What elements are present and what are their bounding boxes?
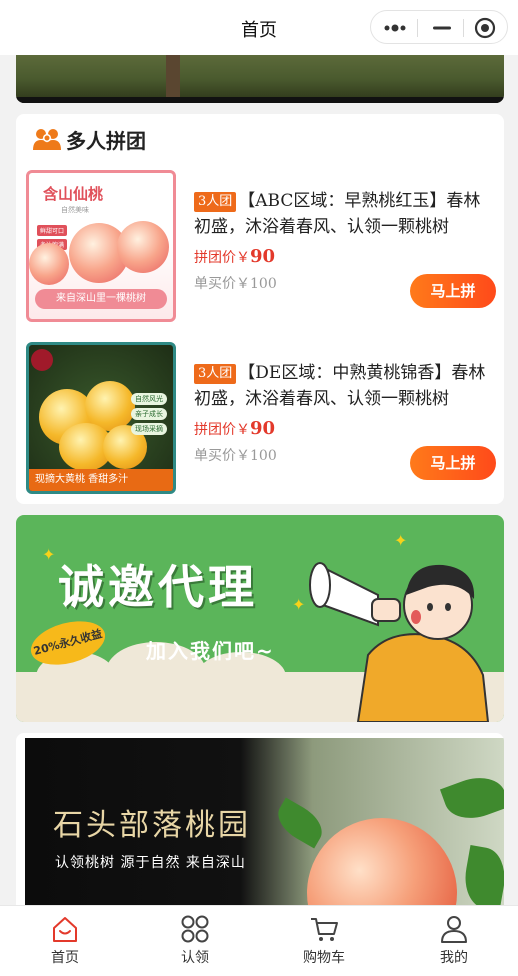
group-price: 拼团价￥90 [194,417,496,441]
image-banner: 现摘大黄桃 香甜多汁 [29,469,173,491]
minimize-icon[interactable] [431,20,453,36]
image-shadow [16,97,504,103]
tab-claim[interactable]: 认领 [145,914,245,967]
group-people-icon [33,129,61,150]
tab-label: 认领 [181,950,209,966]
join-group-button[interactable]: 马上拼 [410,274,496,308]
group-buy-title: 多人拼团 [66,128,146,153]
group-buy-header: 多人拼团 [32,124,146,154]
capsule-divider [463,19,464,37]
orchard-title: 石头部落桃园 [53,808,251,843]
product-name[interactable]: 3人团 【ABC区域：早熟桃红玉】春林初盛，沐浴着春风、认领一颗桃树 [194,188,496,240]
product-image[interactable]: 含山仙桃 自然美味 鲜甜可口 多汁饱满 来自深山里一棵桃树 [26,170,176,322]
group-price-value: 90 [250,418,276,439]
product-title: 【ABC区域：早熟桃红玉】春林初盛，沐浴着春风、认领一颗桃树 [194,191,481,237]
sparkle-icon: ✦ [42,545,56,564]
image-chip: 自然风光 [131,393,167,405]
product-info: 3人团 【ABC区域：早熟桃红玉】春林初盛，沐浴着春风、认领一颗桃树 拼团价￥90… [194,188,496,308]
group-size-badge: 3人团 [194,192,237,212]
tab-mine[interactable]: 我的 [404,914,504,967]
image-tag: 鲜甜可口 [37,225,68,236]
product-title: 【DE区域：中熟黄桃锦香】春林初盛，沐浴着春风、认领一颗桃树 [194,363,486,409]
group-buy-section: 多人拼团 含山仙桃 自然美味 鲜甜可口 多汁饱满 来自深山里一棵桃树 3人团【A… [16,114,504,504]
group-price: 拼团价￥90 [194,245,496,269]
mini-program-capsule [370,10,508,44]
image-chip-list: 自然风光 亲子成长 现场采摘 [131,393,167,438]
orchard-subtitle: 认领桃树 源于自然 来自深山 [55,855,246,871]
tab-label: 我的 [440,950,468,966]
group-product-card[interactable]: 含山仙桃 自然美味 鲜甜可口 多汁饱满 来自深山里一棵桃树 3人团【ABC区域：… [26,170,496,325]
image-brand-text: 含山仙桃 [43,185,104,203]
single-price-label: 单买价￥ [194,448,250,464]
image-sub-text: 自然美味 [61,206,89,214]
cart-icon [311,918,338,941]
join-group-button[interactable]: 马上拼 [410,446,496,480]
peach-graphic [31,349,53,371]
peach-graphic [29,243,69,285]
top-nav-bar: 首页 [0,0,518,55]
user-icon [441,916,467,943]
tab-label: 首页 [51,950,79,966]
leaf-graphic [270,797,330,849]
tab-label: 购物车 [303,950,345,966]
home-icon [53,917,77,942]
single-price-label: 单买价￥ [194,276,250,292]
agent-headline: 诚邀代理 [58,560,258,614]
top-banner-image[interactable] [16,55,504,103]
single-price-value: 100 [250,276,277,292]
product-info: 3人团 【DE区域：中熟黄桃锦香】春林初盛，沐浴着春风、认领一颗桃树 拼团价￥90… [194,360,496,480]
tree-trunk-graphic [166,55,180,103]
peach-graphic [117,221,169,273]
group-size-badge: 3人团 [194,364,237,384]
megaphone-man-illustration [309,562,490,722]
tab-home[interactable]: 首页 [15,914,115,967]
group-price-value: 90 [250,246,276,267]
product-name[interactable]: 3人团 【DE区域：中熟黄桃锦香】春林初盛，沐浴着春风、认领一颗桃树 [194,360,496,412]
leaf-graphic [460,844,504,912]
image-chip: 现场采摘 [131,423,167,435]
group-price-label: 拼团价￥ [194,250,250,266]
agent-subline: 加入我们吧~ [146,639,275,663]
orchard-banner[interactable]: 石头部落桃园 认领桃树 源于自然 来自深山 [16,733,504,933]
bottom-tab-bar: 首页 认领 购物车 我的 [0,905,518,976]
more-dots-icon[interactable] [383,20,407,36]
image-chip: 亲子成长 [131,408,167,420]
product-image[interactable]: 自然风光 亲子成长 现场采摘 现摘大黄桃 香甜多汁 [26,342,176,494]
tab-cart[interactable]: 购物车 [274,914,374,967]
agent-recruit-banner[interactable]: ✦ ✦ ✦ 诚邀代理 20%永久收益 加入我们吧~ [16,515,504,722]
single-price-value: 100 [250,448,277,464]
group-price-label: 拼团价￥ [194,422,250,438]
grid-icon [181,915,209,943]
image-banner: 来自深山里一棵桃树 [35,289,167,309]
orchard-banner-image: 石头部落桃园 认领桃树 源于自然 来自深山 [25,738,504,933]
capsule-divider [417,19,418,37]
leaf-graphic [439,768,504,828]
group-product-card[interactable]: 自然风光 亲子成长 现场采摘 现摘大黄桃 香甜多汁 3人团 【DE区域：中熟黄桃锦… [26,342,496,497]
close-target-icon[interactable] [474,17,496,39]
